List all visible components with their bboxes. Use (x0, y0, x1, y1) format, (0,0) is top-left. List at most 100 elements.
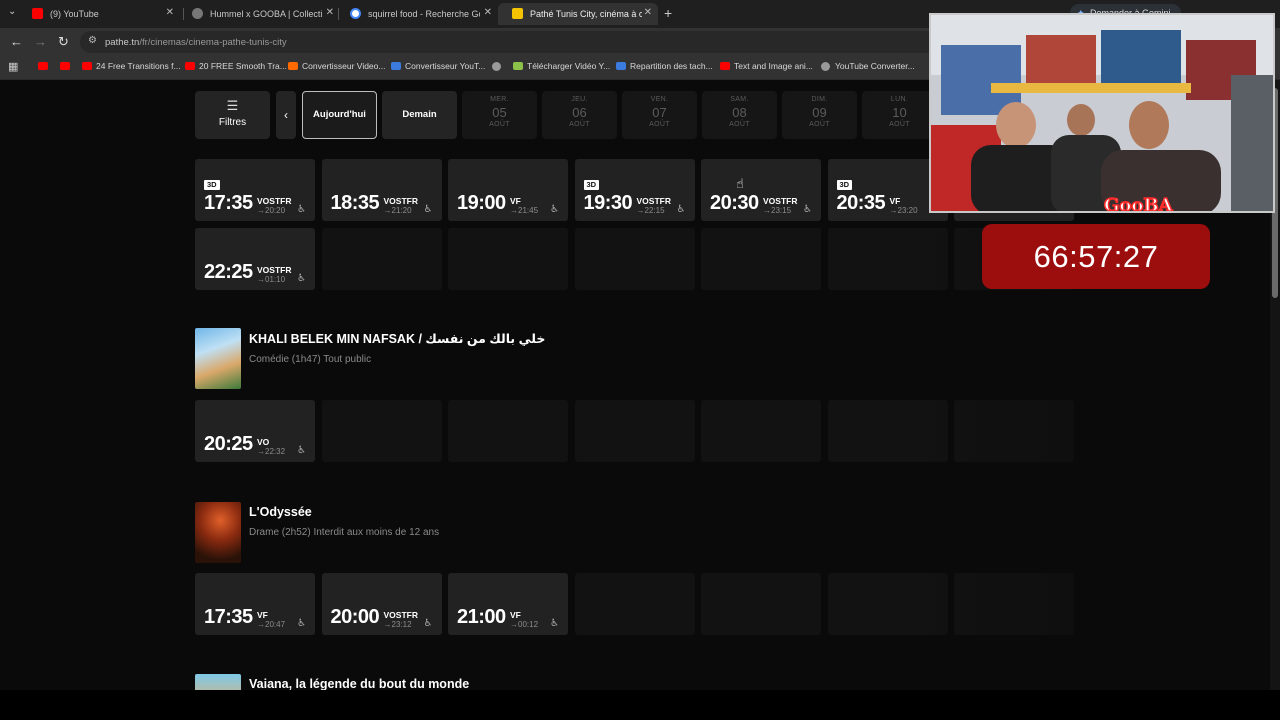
bookmark-item[interactable] (38, 61, 52, 75)
date-weekday: LUN. (890, 96, 909, 103)
poster-odyssee[interactable] (195, 502, 241, 563)
filters-label: Filtres (218, 117, 247, 128)
close-icon[interactable]: ✕ (484, 7, 492, 18)
docs-icon (616, 62, 626, 70)
film-title[interactable]: L'Odyssée (249, 505, 312, 519)
showtime-language: VOSTFR (257, 196, 292, 206)
badge-3d: 3D (583, 180, 600, 190)
bookmark-item[interactable]: 24 Free Transitions f... (82, 61, 181, 75)
showtime-language: VOSTFR (383, 196, 418, 206)
close-icon[interactable]: ✕ (644, 7, 652, 18)
empty-slot (321, 400, 442, 462)
bookmark-item[interactable] (492, 61, 506, 75)
showtime-time: 22:25 (204, 261, 253, 283)
showtime-button[interactable]: 22:25 VOSTFR →01:10 ♿ (195, 228, 315, 290)
bookmark-item[interactable]: Télécharger Vidéo Y... (513, 61, 610, 75)
date-button[interactable]: SAM. 08 AOÛT (702, 91, 777, 139)
badge-3d: 3D (204, 180, 220, 190)
site-info-icon[interactable]: ⚙ (88, 35, 97, 46)
accessibility-icon: ♿ (423, 204, 433, 215)
date-tomorrow-button[interactable]: Demain (382, 91, 457, 139)
date-button[interactable]: LUN. 10 AOÛT (862, 91, 937, 139)
empty-slot (701, 573, 821, 635)
empty-slot (574, 400, 695, 462)
film-title[interactable]: Vaiana, la légende du bout du monde (249, 677, 469, 690)
showtime-end: →01:10 (257, 275, 285, 284)
showtime-end-time: 23:12 (391, 620, 412, 629)
showtime-button[interactable]: 19:00 VF →21:45 ♿ (448, 159, 568, 221)
close-icon[interactable]: ✕ (326, 7, 334, 18)
accessibility-icon: ♿ (423, 618, 433, 629)
date-month: AOÛT (809, 121, 830, 128)
bookmark-item[interactable] (60, 61, 74, 75)
film-title[interactable]: KHALI BELEK MIN NAFSAK / خلي بالك من نفس… (249, 331, 545, 346)
forward-arrow-icon[interactable]: → (34, 34, 47, 49)
showtime-end: →00:12 (510, 620, 538, 629)
showtime-button[interactable]: 3D 17:35 VOSTFR →20:20 ♿ (195, 159, 315, 221)
sliders-icon: ☰ (226, 98, 239, 113)
showtime-button[interactable]: 3D 19:30 VOSTFR →22:15 ♿ (574, 159, 695, 221)
arrow-right-icon: → (510, 620, 518, 629)
empty-slot (701, 228, 821, 290)
showtime-end-time: 23:20 (897, 206, 918, 215)
back-arrow-icon[interactable]: ← (10, 34, 23, 49)
tab-google-search[interactable]: squirrel food - Recherche Goog ✕ (336, 3, 498, 25)
date-day: 10 (892, 105, 907, 120)
showtime-button[interactable]: 20:25 VO →22:32 ♿ (195, 400, 315, 462)
arrow-right-icon: → (383, 620, 392, 629)
tab-pathe-tunis-city[interactable]: Pathé Tunis City, cinéma à cebe ✕ (498, 3, 658, 25)
tab-search-chevron-icon[interactable]: ⌄ (8, 6, 16, 17)
previous-dates-button[interactable]: ‹ (276, 91, 296, 139)
arrow-right-icon: → (763, 206, 771, 215)
bookmark-item[interactable]: Convertisseur Video... (288, 61, 385, 75)
showtime-end-time: 20:20 (265, 206, 286, 215)
bookmark-item[interactable]: Convertisseur YouT... (391, 61, 485, 75)
date-button[interactable]: JEU. 06 AOÛT (542, 91, 617, 139)
filters-button[interactable]: ☰ Filtres (195, 91, 270, 139)
tab-title: (9) YouTube (50, 9, 99, 19)
poster-vaiana[interactable] (195, 674, 241, 690)
showtime-time: 17:35 (204, 192, 253, 214)
bookmark-item[interactable]: Text and Image ani... (720, 61, 813, 75)
date-button[interactable]: MER. 05 AOÛT (462, 91, 537, 139)
reload-icon[interactable]: ↻ (58, 34, 69, 50)
bookmark-item[interactable]: YouTube Converter... (821, 61, 915, 75)
showtime-button[interactable]: 20:30 VOSTFR →23:15 ♿ (701, 159, 821, 221)
showtime-end-time: 23:15 (771, 206, 792, 215)
showtime-button[interactable]: 21:00 VF →00:12 ♿ (448, 573, 568, 635)
showtime-button[interactable]: 20:00 VOSTFR →23:12 ♿ (321, 573, 442, 635)
date-day: 07 (652, 105, 667, 120)
webcam-scene: GooBA (931, 15, 1273, 211)
showtime-end: →20:20 (257, 206, 285, 215)
empty-slot (574, 228, 695, 290)
showtime-end-time: 22:32 (265, 447, 286, 456)
accessibility-icon: ♿ (297, 273, 306, 284)
tab-hummel-gooba[interactable]: Hummel x GOOBA | Collection O ✕ (178, 3, 340, 25)
converter-icon (391, 62, 401, 70)
date-today-button[interactable]: Aujourd'hui (302, 91, 377, 139)
poster-khali-belek[interactable] (195, 328, 241, 389)
arrow-right-icon: → (510, 206, 518, 215)
bookmark-label: Text and Image ani... (734, 61, 813, 71)
showtime-button[interactable]: 17:35 VF →20:47 ♿ (195, 573, 315, 635)
z-icon (288, 62, 298, 70)
showtime-button[interactable]: 18:35 VOSTFR →21:20 ♿ (321, 159, 442, 221)
date-button[interactable]: DIM. 09 AOÛT (782, 91, 857, 139)
bookmark-item[interactable]: Repartition des tach... (616, 61, 713, 75)
showtime-end: →23:15 (763, 206, 791, 215)
close-icon[interactable]: ✕ (166, 7, 174, 18)
new-tab-button[interactable]: + (664, 5, 672, 21)
hand-cursor-icon: ☝ (736, 176, 744, 191)
url-text[interactable]: pathe.tn/fr/cinemas/cinema-pathe-tunis-c… (105, 37, 287, 48)
empty-slot (574, 573, 695, 635)
youtube-icon (32, 8, 43, 19)
tab-youtube[interactable]: (9) YouTube ✕ (18, 3, 180, 25)
empty-slot (701, 400, 821, 462)
bookmark-item[interactable]: 20 FREE Smooth Tra... (185, 61, 287, 75)
tab-title: squirrel food - Recherche Goog (368, 9, 480, 19)
apps-grid-icon[interactable]: ▦ (8, 60, 18, 73)
date-button[interactable]: VEN. 07 AOÛT (622, 91, 697, 139)
film-meta: Comédie (1h47) Tout public (249, 354, 372, 365)
date-month: AOÛT (649, 121, 670, 128)
youtube-icon (720, 62, 730, 70)
